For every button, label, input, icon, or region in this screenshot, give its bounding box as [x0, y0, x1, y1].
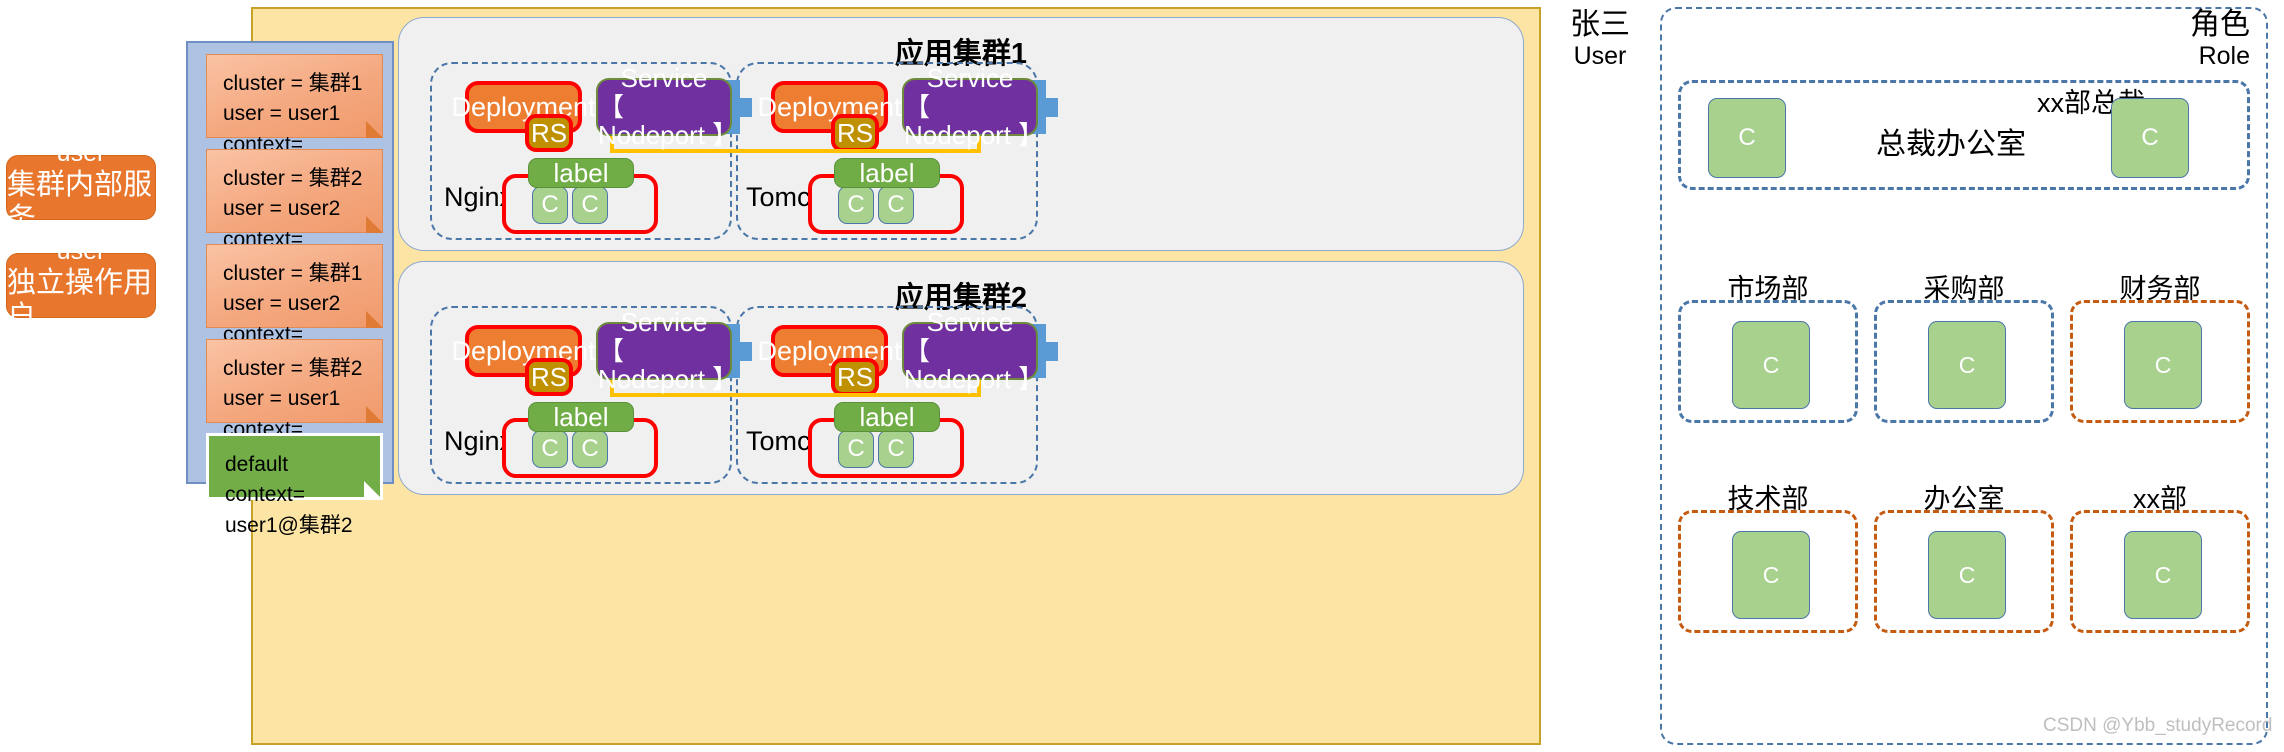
- container-c: C: [1732, 531, 1810, 619]
- service-title: Service: [926, 307, 1014, 338]
- service-type: 【 Nodeport 】: [904, 335, 1045, 395]
- service-title: Service: [620, 63, 708, 94]
- user-name-cn: 张三: [1570, 8, 1630, 41]
- department-name: xx部: [2133, 484, 2187, 514]
- replicaset-box[interactable]: RS: [831, 114, 879, 152]
- container-c: C: [2124, 321, 2202, 409]
- service-title: Service: [926, 63, 1014, 94]
- note-fold-icon: [366, 311, 383, 328]
- department-box-shichangbu: 市场部 C: [1678, 274, 1858, 423]
- service-nodeport-box[interactable]: Service 【 Nodeport 】: [902, 308, 1044, 394]
- service-nodeport-box[interactable]: Service 【 Nodeport 】: [596, 64, 738, 150]
- department-name: 采购部: [1923, 274, 2005, 304]
- container-c: C: [2124, 531, 2202, 619]
- department-name: 市场部: [1727, 274, 1809, 304]
- role-panel-title: 角色 Role: [2090, 8, 2250, 70]
- container-c: C: [838, 430, 874, 468]
- department-name: 办公室: [1923, 484, 2005, 514]
- kubeconfig-default-note[interactable]: default context= user1@集群2: [206, 433, 383, 537]
- note-fold-icon: [366, 406, 383, 423]
- container-c: C: [838, 186, 874, 224]
- service-nodeport-box[interactable]: Service 【 Nodeport 】: [902, 64, 1044, 150]
- replicaset-box[interactable]: RS: [831, 358, 879, 396]
- note-fold-icon: [364, 481, 381, 498]
- executive-office-label: 总裁办公室: [1876, 128, 2026, 161]
- container-c: C: [1928, 531, 2006, 619]
- container-c: C: [1732, 321, 1810, 409]
- note-0-cluster: cluster = 集群1: [223, 72, 363, 95]
- default-note-context: context= user1@集群2: [225, 483, 353, 537]
- pill-0-line1: user: [56, 138, 106, 167]
- note-3-user: user = user1: [223, 387, 341, 411]
- container-c: C: [532, 430, 568, 468]
- pill-0-line2: 集群内部服务: [7, 169, 153, 236]
- container-c: C: [2111, 98, 2189, 178]
- note-0-user: user = user1: [223, 102, 341, 126]
- user-label: 张三 User: [1545, 8, 1655, 70]
- department-box-xxbu: xx部 C: [2070, 484, 2250, 633]
- note-fold-icon: [366, 216, 383, 233]
- pod-label-chip: label: [528, 402, 634, 432]
- container-c: C: [878, 186, 914, 224]
- department-box-jishubu: 技术部 C: [1678, 484, 1858, 633]
- replicaset-box[interactable]: RS: [525, 114, 573, 152]
- container-c: C: [532, 186, 568, 224]
- pod-label-chip: label: [528, 158, 634, 188]
- pill-cluster-internal-service[interactable]: user 集群内部服务: [6, 139, 156, 235]
- kubeconfig-note-1[interactable]: cluster = 集群2 user = user2 context= user…: [206, 149, 383, 281]
- note-1-cluster: cluster = 集群2: [223, 167, 363, 190]
- department-name: 技术部: [1727, 484, 1809, 514]
- kubeconfig-note-0[interactable]: cluster = 集群1 user = user1 context= user…: [206, 54, 383, 186]
- container-c: C: [878, 430, 914, 468]
- kubeconfig-note-3[interactable]: cluster = 集群2 user = user1 context= user…: [206, 339, 383, 471]
- pod-label-chip: label: [834, 402, 940, 432]
- pill-independent-operator-user[interactable]: user 独立操作用户: [6, 237, 156, 333]
- container-c: C: [572, 430, 608, 468]
- department-box-bangongshi: 办公室 C: [1874, 484, 2054, 633]
- service-type: 【 Nodeport 】: [904, 91, 1045, 151]
- pill-1-line2: 独立操作用户: [7, 267, 153, 334]
- note-fold-icon: [366, 121, 383, 138]
- role-title-cn: 角色: [2190, 8, 2250, 41]
- service-type: 【 Nodeport 】: [598, 335, 739, 395]
- container-c: C: [1708, 98, 1786, 178]
- note-3-cluster: cluster = 集群2: [223, 357, 363, 380]
- department-name: 财务部: [2119, 274, 2201, 304]
- container-c: C: [572, 186, 608, 224]
- role-title-en: Role: [2198, 41, 2250, 70]
- default-note-title: default: [225, 453, 289, 476]
- container-c: C: [1928, 321, 2006, 409]
- pill-1-line1: user: [56, 236, 106, 265]
- replicaset-box[interactable]: RS: [525, 358, 573, 396]
- diagram-canvas: user 集群内部服务 user 独立操作用户 cluster = 集群1 us…: [0, 0, 2284, 752]
- watermark: CSDN @Ybb_studyRecord: [2043, 715, 2273, 736]
- pod-label-chip: label: [834, 158, 940, 188]
- kubeconfig-panel: cluster = 集群1 user = user1 context= user…: [186, 41, 394, 537]
- department-box-caigoubu: 采购部 C: [1874, 274, 2054, 423]
- user-name-en: User: [1573, 41, 1627, 70]
- app-cluster-1: 应用集群1 Nginx Deployment RS Service 【 Node…: [398, 17, 1524, 251]
- note-1-user: user = user2: [223, 197, 341, 221]
- department-box-caiwubu: 财务部 C: [2070, 274, 2250, 423]
- app-cluster-2: 应用集群2 Nginx Deployment RS Service 【 Node…: [398, 261, 1524, 495]
- kubeconfig-note-2[interactable]: cluster = 集群1 user = user2 context= user…: [206, 244, 383, 376]
- executive-office-zone: C 总裁办公室 xx部总裁 C: [1678, 80, 2250, 190]
- note-2-user: user = user2: [223, 292, 341, 316]
- service-type: 【 Nodeport 】: [598, 91, 739, 151]
- service-nodeport-box[interactable]: Service 【 Nodeport 】: [596, 308, 738, 394]
- note-2-cluster: cluster = 集群1: [223, 262, 363, 285]
- service-title: Service: [620, 307, 708, 338]
